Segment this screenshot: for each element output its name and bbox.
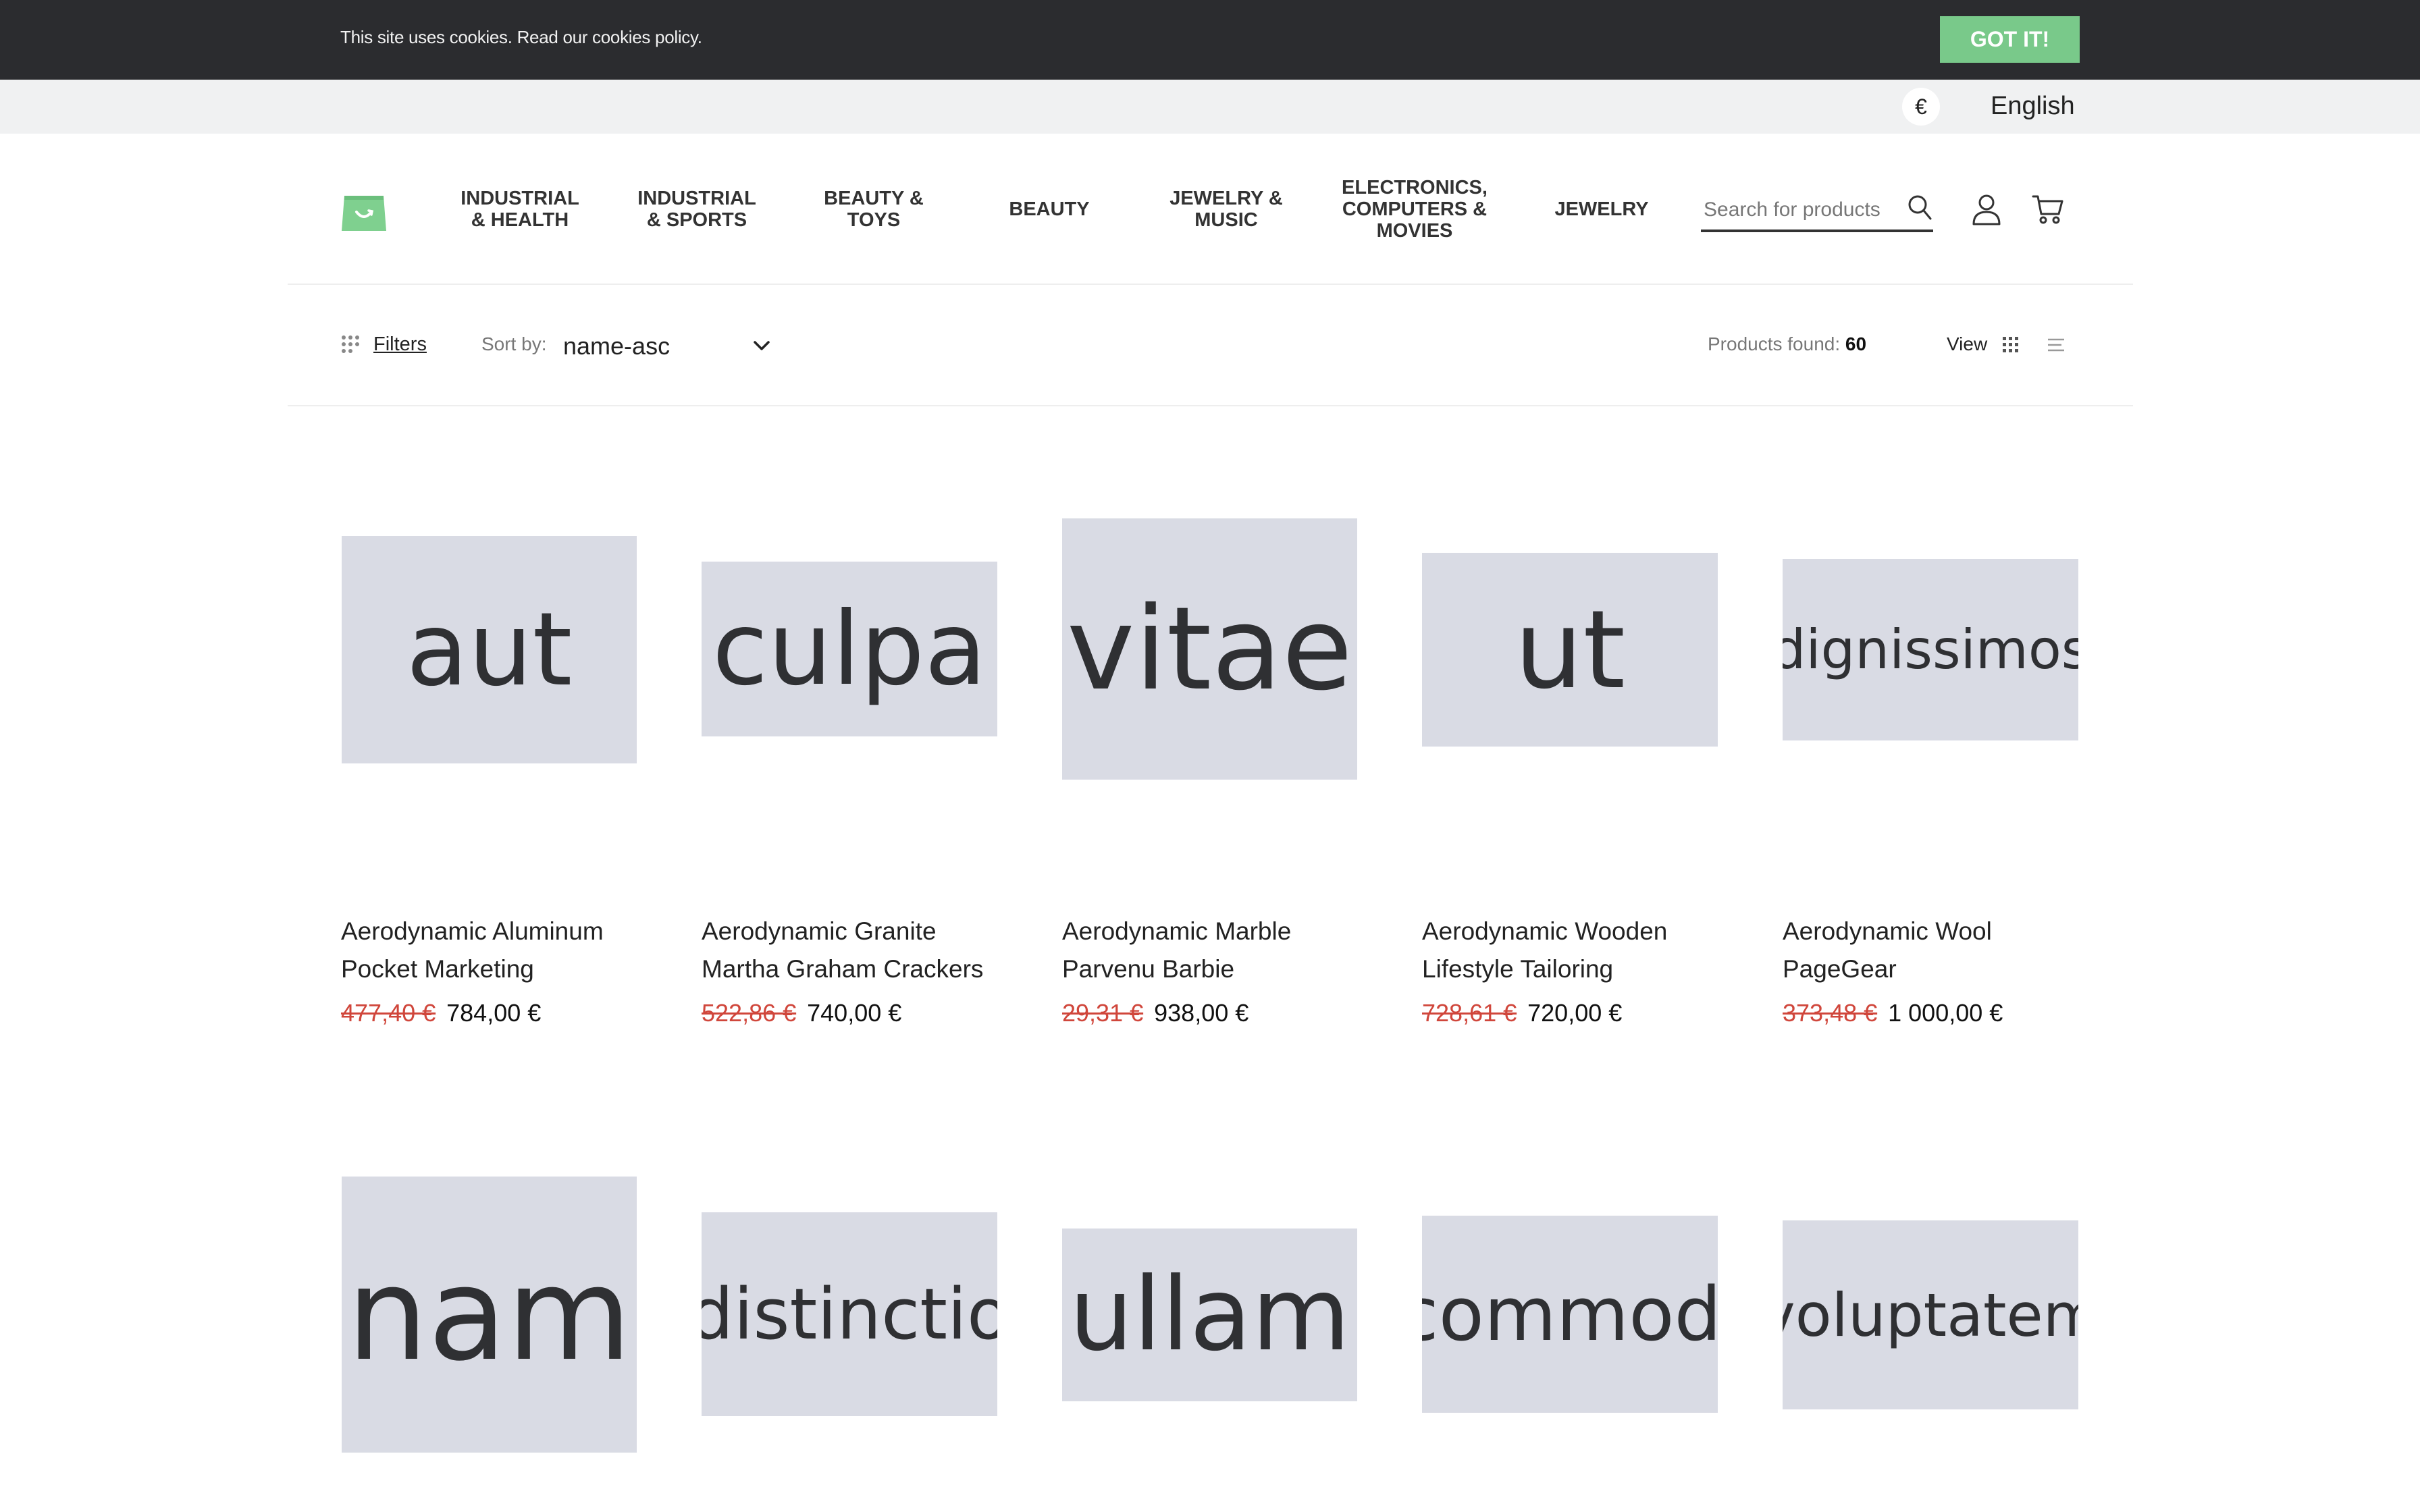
nav-beauty[interactable]: BEAUTY: [989, 182, 1110, 236]
product-image[interactable]: culpa: [702, 562, 997, 736]
product-image[interactable]: ullam: [1062, 1228, 1357, 1401]
language-selector[interactable]: English: [1991, 92, 2075, 121]
product-image[interactable]: ut: [1422, 553, 1718, 747]
price: 1 000,00 €: [1888, 999, 2003, 1027]
search-icon[interactable]: [1906, 193, 1933, 221]
product-image[interactable]: vitae: [1062, 518, 1357, 780]
product-card: dignissimos Aerodynamic Wool PageGear 37…: [1783, 513, 2078, 1053]
old-price: 373,48 €: [1783, 999, 1878, 1027]
sort-value: name-asc: [563, 332, 670, 360]
old-price: 522,86 €: [702, 999, 797, 1027]
nav-industrial-health[interactable]: INDUSTRIAL & HEALTH: [459, 182, 581, 236]
sort-select[interactable]: name-asc: [563, 329, 775, 363]
sort-label: Sort by:: [481, 333, 547, 354]
chevron-down-icon: [754, 341, 770, 350]
product-title[interactable]: Aerodynamic Aluminum Pocket Marketing: [341, 913, 637, 988]
product-card: ut Aerodynamic Wooden Lifestyle Tailorin…: [1422, 513, 1718, 1053]
product-card: commodi: [1422, 1174, 1718, 1512]
product-card: culpa Aerodynamic Granite Martha Graham …: [702, 513, 997, 1053]
nav-label: JEWELRY & MUSIC: [1169, 188, 1283, 231]
old-price: 477,40 €: [341, 999, 436, 1027]
price: 740,00 €: [807, 999, 902, 1027]
product-card: ullam: [1062, 1174, 1358, 1512]
cookie-bar: This site uses cookies. Read our cookies…: [0, 0, 2420, 80]
product-card: aut Aerodynamic Aluminum Pocket Marketin…: [341, 513, 637, 1053]
list-view-icon[interactable]: [2047, 336, 2066, 354]
old-price: 29,31 €: [1062, 999, 1144, 1027]
products-found: Products found: 60: [1708, 333, 1866, 355]
filters-link[interactable]: Filters: [373, 333, 427, 356]
nav-label: BEAUTY: [1009, 198, 1090, 220]
user-account-icon[interactable]: [1972, 193, 2001, 225]
nav-label: INDUSTRIAL & HEALTH: [461, 188, 579, 231]
product-title[interactable]: Aerodynamic Marble Parvenu Barbie: [1062, 913, 1358, 988]
product-image[interactable]: aut: [342, 536, 637, 763]
nav-label: INDUSTRIAL & SPORTS: [637, 188, 756, 231]
grid-view-icon[interactable]: [2002, 336, 2020, 354]
nav-industrial-sports[interactable]: INDUSTRIAL & SPORTS: [636, 182, 758, 236]
accept-cookies-button[interactable]: GOT IT!: [1940, 16, 2080, 63]
nav-label: BEAUTY & TOYS: [824, 188, 924, 231]
product-prices: 477,40 € 784,00 €: [341, 999, 541, 1027]
nav-beauty-toys[interactable]: BEAUTY & TOYS: [813, 182, 935, 236]
product-image[interactable]: dignissimos: [1783, 559, 2078, 740]
filters-icon[interactable]: [341, 335, 360, 354]
price: 784,00 €: [446, 999, 542, 1027]
header-divider: [288, 284, 2133, 285]
view-label: View: [1947, 333, 1988, 354]
nav-jewelry-music[interactable]: JEWELRY & MUSIC: [1165, 182, 1287, 236]
product-image[interactable]: nam: [342, 1177, 637, 1453]
product-title[interactable]: Aerodynamic Wooden Lifestyle Tailoring: [1422, 913, 1718, 988]
toolbar-divider: [288, 405, 2133, 406]
old-price: 728,61 €: [1422, 999, 1517, 1027]
product-image[interactable]: commodi: [1422, 1216, 1718, 1413]
product-prices: 522,86 € 740,00 €: [702, 999, 901, 1027]
product-image[interactable]: distinctio: [702, 1212, 997, 1416]
price: 938,00 €: [1154, 999, 1249, 1027]
cart-icon[interactable]: [2032, 194, 2064, 225]
product-title[interactable]: Aerodynamic Granite Martha Graham Cracke…: [702, 913, 997, 988]
product-title[interactable]: Aerodynamic Wool PageGear: [1783, 913, 2078, 988]
product-prices: 728,61 € 720,00 €: [1422, 999, 1622, 1027]
price: 720,00 €: [1527, 999, 1623, 1027]
product-card: vitae Aerodynamic Marble Parvenu Barbie …: [1062, 513, 1358, 1053]
products-found-count: 60: [1845, 333, 1867, 354]
nav-electronics-computers-movies[interactable]: ELECTRONICS, COMPUTERS & MOVIES: [1340, 177, 1489, 242]
search-box: [1701, 192, 1933, 232]
product-prices: 29,31 € 938,00 €: [1062, 999, 1248, 1027]
nav-label: JEWELRY: [1554, 198, 1649, 220]
shop-logo-icon[interactable]: [340, 186, 388, 234]
product-prices: 373,48 € 1 000,00 €: [1783, 999, 2003, 1027]
cookie-message: This site uses cookies. Read our cookies…: [340, 27, 702, 47]
products-found-label: Products found:: [1708, 333, 1841, 354]
product-card: distinctio: [702, 1174, 997, 1512]
product-card: nam: [341, 1174, 637, 1512]
nav-label: ELECTRONICS, COMPUTERS & MOVIES: [1342, 177, 1488, 242]
product-image[interactable]: voluptatem: [1783, 1220, 2078, 1409]
currency-selector[interactable]: €: [1902, 88, 1940, 126]
nav-jewelry[interactable]: JEWELRY: [1541, 182, 1662, 236]
search-input[interactable]: [1702, 192, 1901, 228]
product-card: voluptatem: [1783, 1174, 2078, 1512]
